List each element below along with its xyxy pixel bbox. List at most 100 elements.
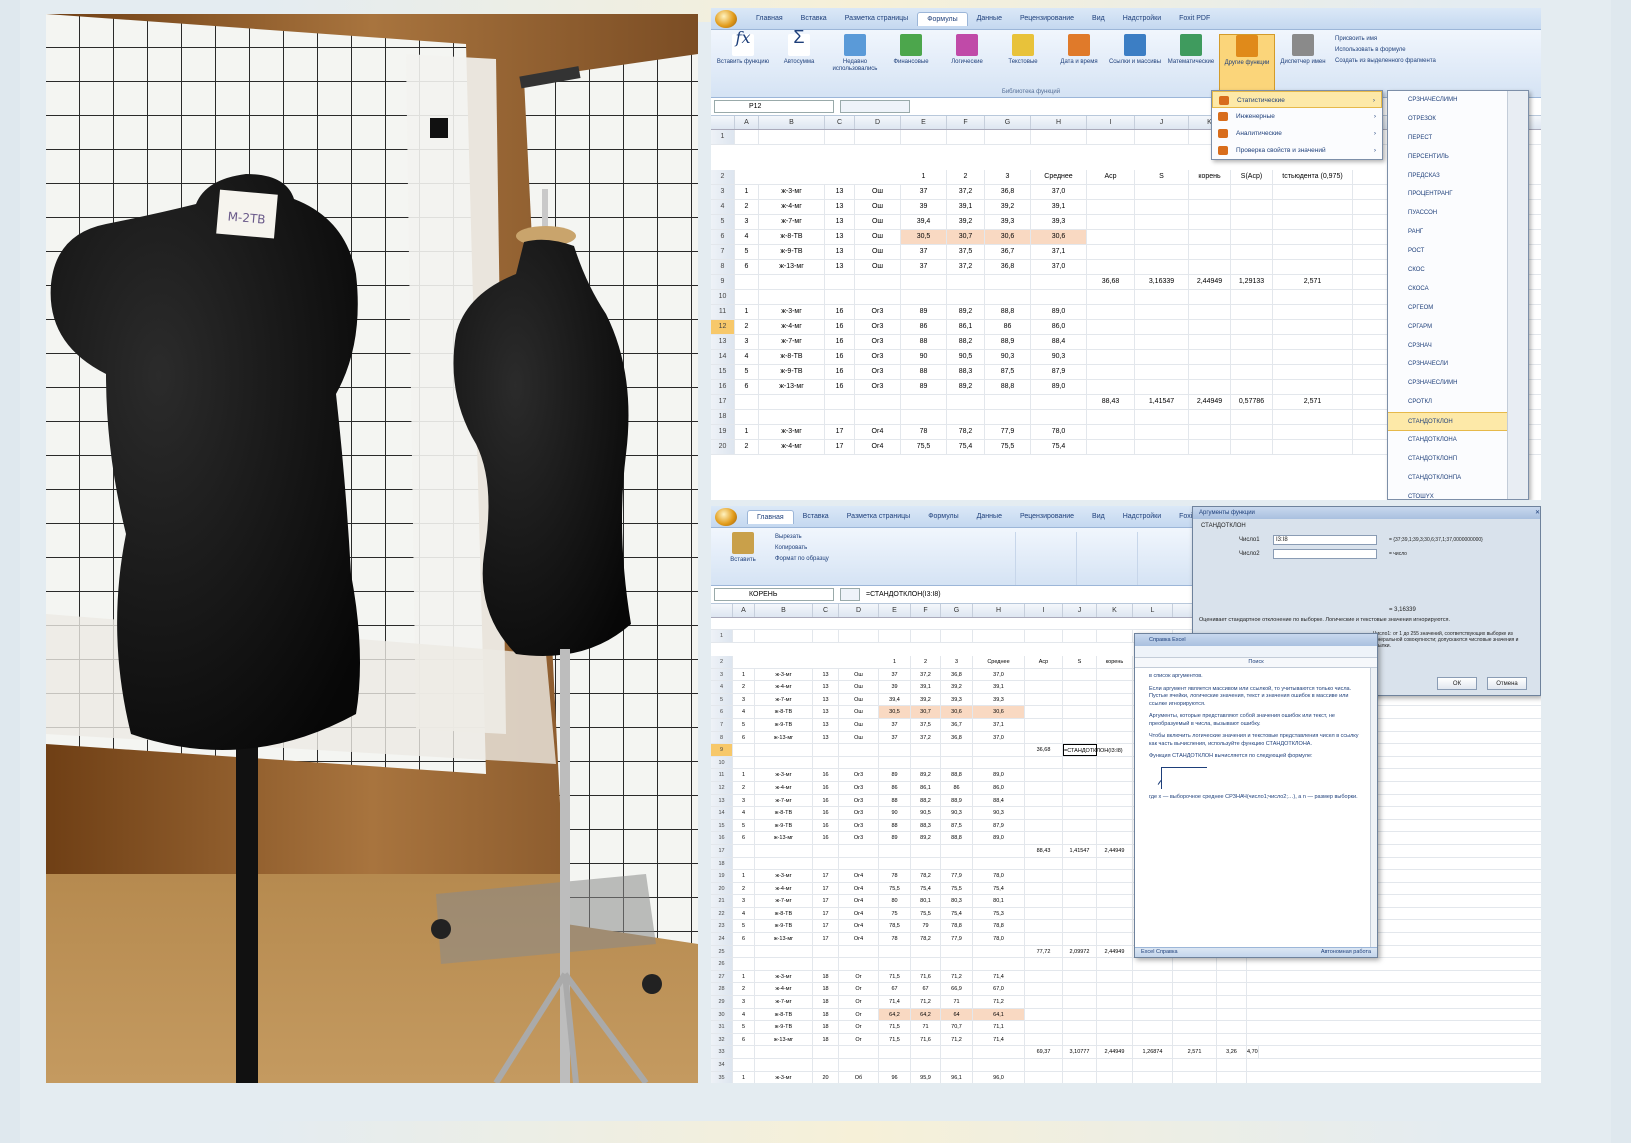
cell[interactable]: 3 <box>733 895 755 907</box>
cell[interactable]: 88 <box>879 794 911 807</box>
cell[interactable]: 37,5 <box>947 245 985 259</box>
cell[interactable]: Ог4 <box>839 870 879 882</box>
cell[interactable]: Среднее <box>973 655 1025 668</box>
cell[interactable] <box>1189 380 1231 394</box>
cell[interactable] <box>973 857 1025 870</box>
cell[interactable]: 88 <box>901 365 947 379</box>
ribbon-button-0[interactable]: fx Вставить функцию <box>715 30 771 97</box>
cell[interactable]: ж-13-мг <box>755 731 813 744</box>
cell[interactable] <box>879 1046 911 1058</box>
office-button[interactable] <box>715 10 737 28</box>
cell[interactable] <box>1133 1008 1173 1021</box>
cell[interactable] <box>1087 410 1135 424</box>
cell[interactable]: 78 <box>879 933 911 945</box>
cell[interactable] <box>1273 245 1353 259</box>
cell[interactable] <box>985 395 1031 409</box>
cell[interactable]: 1,29133 <box>1231 275 1273 289</box>
cell[interactable]: 37,2 <box>911 731 941 744</box>
tab-1[interactable]: Вставка <box>792 12 836 25</box>
cell[interactable]: ж-13-мг <box>755 832 813 844</box>
corner-cell[interactable] <box>711 116 735 129</box>
column-header-C[interactable]: C <box>825 116 855 129</box>
row-number[interactable]: 5 <box>711 215 735 229</box>
cell[interactable]: 6 <box>733 933 755 945</box>
cell[interactable]: 5 <box>733 819 755 832</box>
tab-1[interactable]: Вставка <box>794 510 838 523</box>
cell[interactable]: ж-9-ТВ <box>755 1021 813 1033</box>
cell[interactable]: 17 <box>825 440 855 454</box>
cell[interactable] <box>1097 958 1133 970</box>
cell[interactable] <box>1135 410 1189 424</box>
cell[interactable] <box>1189 365 1231 379</box>
cell[interactable] <box>855 290 901 304</box>
column-header-C[interactable]: C <box>813 604 839 617</box>
cell[interactable] <box>1231 185 1273 199</box>
cell[interactable] <box>1135 350 1189 364</box>
cell[interactable]: Ог4 <box>839 882 879 895</box>
cell[interactable]: 89 <box>879 832 911 844</box>
cell[interactable] <box>879 857 911 870</box>
cell[interactable] <box>941 857 973 870</box>
cell[interactable] <box>1025 832 1063 844</box>
cell[interactable]: 2,571 <box>1273 275 1353 289</box>
cell[interactable]: 80 <box>879 895 911 907</box>
cell[interactable]: 30,6 <box>973 706 1025 718</box>
row-number[interactable]: 7 <box>711 718 733 731</box>
cell[interactable]: 78,0 <box>1031 425 1087 439</box>
row-number[interactable]: 5 <box>711 693 733 706</box>
cell[interactable]: Ог3 <box>855 335 901 349</box>
cell[interactable]: 2 <box>733 983 755 996</box>
cell[interactable] <box>1231 215 1273 229</box>
cell[interactable]: Ог <box>839 983 879 996</box>
cell[interactable] <box>839 1059 879 1071</box>
row-number[interactable]: 16 <box>711 380 735 394</box>
cell[interactable]: 2 <box>911 655 941 668</box>
cell[interactable]: 30,5 <box>879 706 911 718</box>
cell[interactable]: 88,43 <box>1087 395 1135 409</box>
cell[interactable] <box>1217 970 1247 983</box>
cell[interactable] <box>1063 1033 1097 1046</box>
cell[interactable]: 90,5 <box>947 350 985 364</box>
clipboard-cmd-2[interactable]: Формат по образцу <box>775 554 955 565</box>
cell[interactable]: 13 <box>813 706 839 718</box>
row-number[interactable]: 12 <box>711 781 733 794</box>
cell[interactable]: 71 <box>941 996 973 1008</box>
row-number[interactable]: 23 <box>711 920 733 933</box>
cell[interactable]: 90,3 <box>985 350 1031 364</box>
arg2-input[interactable] <box>1273 549 1377 559</box>
cell[interactable] <box>1063 731 1097 744</box>
cell[interactable]: ж-3-мг <box>755 970 813 983</box>
cell[interactable] <box>855 130 901 144</box>
cell[interactable]: 13 <box>825 260 855 274</box>
cell[interactable]: Ош <box>855 230 901 244</box>
cell[interactable]: ж-3-мг <box>755 1071 813 1083</box>
cell[interactable]: Ог3 <box>855 320 901 334</box>
cell[interactable] <box>1189 335 1231 349</box>
cell[interactable]: 77,9 <box>941 870 973 882</box>
cell[interactable] <box>855 275 901 289</box>
cell[interactable]: 64,2 <box>911 1008 941 1021</box>
cell[interactable]: 3 <box>735 335 759 349</box>
cell[interactable]: 39,1 <box>947 200 985 214</box>
cell[interactable]: 67 <box>879 983 911 996</box>
cell[interactable] <box>1273 365 1353 379</box>
cell[interactable]: 78,8 <box>973 920 1025 933</box>
cell[interactable] <box>1217 1071 1247 1083</box>
cell[interactable] <box>1087 200 1135 214</box>
cell[interactable]: Ог3 <box>855 380 901 394</box>
cell[interactable]: 4 <box>735 230 759 244</box>
cell[interactable] <box>941 756 973 769</box>
cell[interactable] <box>947 275 985 289</box>
cell[interactable]: 89,2 <box>947 380 985 394</box>
row-number[interactable]: 4 <box>711 681 733 693</box>
cell[interactable] <box>1133 1033 1173 1046</box>
row-number[interactable]: 25 <box>711 945 733 958</box>
cell[interactable]: 3,26 <box>1217 1046 1247 1058</box>
cell[interactable]: Ог3 <box>839 807 879 819</box>
cell[interactable]: 6 <box>735 260 759 274</box>
cell[interactable]: 39,4 <box>879 693 911 706</box>
cell[interactable]: 39 <box>901 200 947 214</box>
cell[interactable]: 2,09972 <box>1063 945 1097 958</box>
cell[interactable]: 1 <box>879 655 911 668</box>
cell[interactable] <box>1133 970 1173 983</box>
